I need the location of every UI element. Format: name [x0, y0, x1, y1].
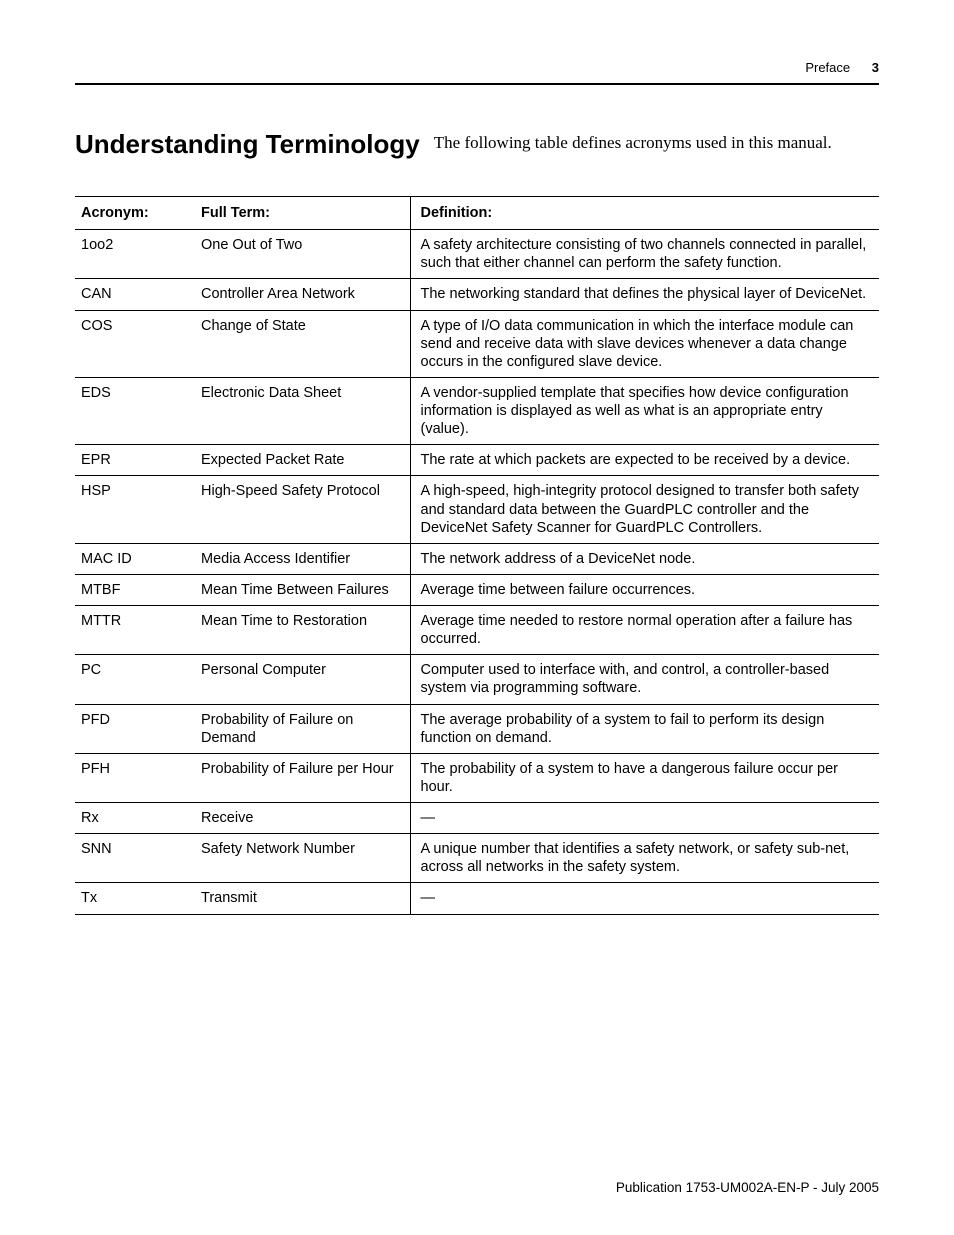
cell-definition: The probability of a system to have a da… [410, 753, 879, 802]
table-row: PFHProbability of Failure per HourThe pr… [75, 753, 879, 802]
cell-acronym: MAC ID [75, 543, 195, 574]
intro-text: The following table defines acronyms use… [434, 129, 832, 153]
cell-acronym: 1oo2 [75, 230, 195, 279]
table-body: 1oo2One Out of TwoA safety architecture … [75, 230, 879, 914]
cell-full_term: Transmit [195, 883, 410, 914]
cell-full_term: Change of State [195, 310, 410, 377]
cell-definition: The rate at which packets are expected t… [410, 445, 879, 476]
cell-definition: Average time needed to restore normal op… [410, 606, 879, 655]
cell-full_term: Receive [195, 803, 410, 834]
cell-acronym: SNN [75, 834, 195, 883]
table-row: TxTransmit— [75, 883, 879, 914]
cell-definition: A unique number that identifies a safety… [410, 834, 879, 883]
page-container: Preface 3 Understanding Terminology The … [0, 0, 954, 1235]
table-row: SNNSafety Network NumberA unique number … [75, 834, 879, 883]
cell-acronym: CAN [75, 279, 195, 310]
cell-acronym: EPR [75, 445, 195, 476]
cell-definition: The networking standard that defines the… [410, 279, 879, 310]
cell-acronym: PFH [75, 753, 195, 802]
col-header-acronym: Acronym: [75, 197, 195, 230]
running-header: Preface 3 [75, 60, 879, 75]
cell-acronym: PC [75, 655, 195, 704]
footer-publication: Publication 1753-UM002A-EN-P - July 2005 [616, 1180, 879, 1195]
cell-full_term: High-Speed Safety Protocol [195, 476, 410, 543]
cell-full_term: Media Access Identifier [195, 543, 410, 574]
cell-acronym: Rx [75, 803, 195, 834]
cell-definition: — [410, 803, 879, 834]
cell-full_term: Probability of Failure on Demand [195, 704, 410, 753]
cell-definition: A type of I/O data communication in whic… [410, 310, 879, 377]
table-row: MAC IDMedia Access IdentifierThe network… [75, 543, 879, 574]
section-heading: Understanding Terminology [75, 129, 420, 160]
cell-definition: A high-speed, high-integrity protocol de… [410, 476, 879, 543]
cell-acronym: MTBF [75, 574, 195, 605]
cell-acronym: EDS [75, 377, 195, 444]
cell-definition: A vendor-supplied template that specifie… [410, 377, 879, 444]
table-row: MTTRMean Time to RestorationAverage time… [75, 606, 879, 655]
table-row: EDSElectronic Data SheetA vendor-supplie… [75, 377, 879, 444]
header-rule [75, 83, 879, 85]
header-page-number: 3 [872, 60, 879, 75]
col-header-definition: Definition: [410, 197, 879, 230]
table-row: 1oo2One Out of TwoA safety architecture … [75, 230, 879, 279]
table-row: EPRExpected Packet RateThe rate at which… [75, 445, 879, 476]
cell-full_term: Electronic Data Sheet [195, 377, 410, 444]
cell-full_term: One Out of Two [195, 230, 410, 279]
table-row: HSPHigh-Speed Safety ProtocolA high-spee… [75, 476, 879, 543]
cell-full_term: Mean Time Between Failures [195, 574, 410, 605]
cell-definition: The average probability of a system to f… [410, 704, 879, 753]
heading-row: Understanding Terminology The following … [75, 129, 879, 160]
cell-full_term: Safety Network Number [195, 834, 410, 883]
acronym-table: Acronym: Full Term: Definition: 1oo2One … [75, 196, 879, 915]
table-row: MTBFMean Time Between FailuresAverage ti… [75, 574, 879, 605]
table-row: RxReceive— [75, 803, 879, 834]
table-header-row: Acronym: Full Term: Definition: [75, 197, 879, 230]
cell-full_term: Controller Area Network [195, 279, 410, 310]
table-row: CANController Area NetworkThe networking… [75, 279, 879, 310]
cell-acronym: Tx [75, 883, 195, 914]
cell-full_term: Mean Time to Restoration [195, 606, 410, 655]
col-header-fullterm: Full Term: [195, 197, 410, 230]
cell-full_term: Probability of Failure per Hour [195, 753, 410, 802]
cell-definition: Average time between failure occurrences… [410, 574, 879, 605]
table-row: PFDProbability of Failure on DemandThe a… [75, 704, 879, 753]
table-row: COSChange of StateA type of I/O data com… [75, 310, 879, 377]
header-section: Preface [805, 60, 850, 75]
cell-full_term: Personal Computer [195, 655, 410, 704]
cell-acronym: COS [75, 310, 195, 377]
cell-acronym: MTTR [75, 606, 195, 655]
cell-definition: The network address of a DeviceNet node. [410, 543, 879, 574]
cell-definition: — [410, 883, 879, 914]
cell-definition: A safety architecture consisting of two … [410, 230, 879, 279]
cell-full_term: Expected Packet Rate [195, 445, 410, 476]
cell-definition: Computer used to interface with, and con… [410, 655, 879, 704]
table-row: PCPersonal ComputerComputer used to inte… [75, 655, 879, 704]
cell-acronym: PFD [75, 704, 195, 753]
cell-acronym: HSP [75, 476, 195, 543]
